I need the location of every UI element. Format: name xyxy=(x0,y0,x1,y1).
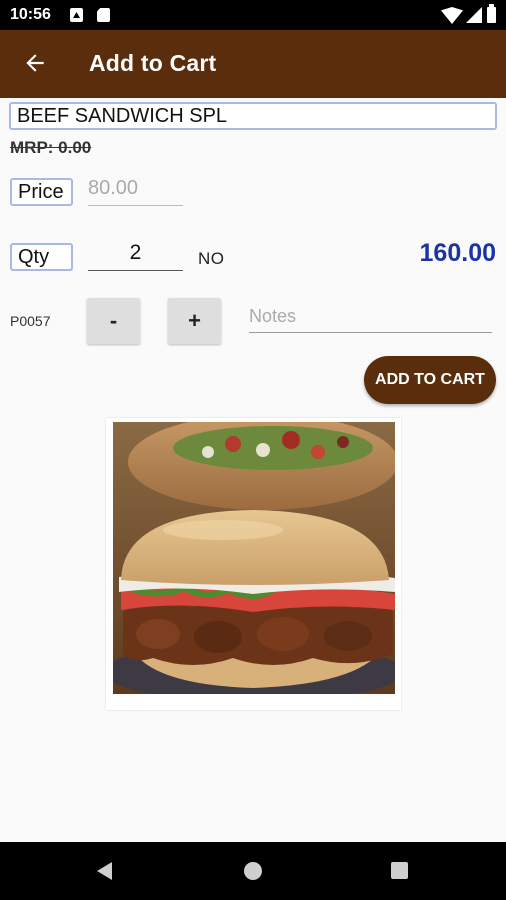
increase-qty-button[interactable]: + xyxy=(168,298,221,344)
status-bar: 10:56 xyxy=(0,0,506,30)
page-title: Add to Cart xyxy=(89,50,217,76)
signal-icon xyxy=(466,7,482,23)
product-image xyxy=(113,422,395,694)
price-label: Price xyxy=(10,178,73,206)
app-bar: Add to Cart xyxy=(0,30,506,98)
qty-label: Qty xyxy=(10,243,73,271)
total-amount: 160.00 xyxy=(419,239,496,267)
wifi-icon xyxy=(441,7,463,24)
add-to-cart-button[interactable]: ADD TO CART xyxy=(364,356,496,404)
decrease-qty-button[interactable]: - xyxy=(87,298,140,344)
sd-card-icon xyxy=(97,8,110,22)
unit-label: NO xyxy=(198,249,225,268)
a-notification-icon xyxy=(70,8,83,22)
mrp-text: MRP: 0.00 xyxy=(10,138,92,157)
screen: 10:56 Add to Cart BEEF SANDWICH SPL MRP:… xyxy=(0,0,506,900)
notes-input[interactable]: Notes xyxy=(249,302,492,333)
status-time: 10:56 xyxy=(10,6,51,23)
battery-icon xyxy=(487,4,496,23)
home-circle-icon[interactable] xyxy=(244,862,262,880)
back-triangle-icon[interactable] xyxy=(97,862,112,880)
product-image-card xyxy=(106,418,401,710)
arrow-left-icon[interactable] xyxy=(22,50,48,76)
price-field[interactable]: 80.00 xyxy=(88,175,183,206)
product-name: BEEF SANDWICH SPL xyxy=(9,102,497,130)
recents-square-icon[interactable] xyxy=(391,862,408,879)
system-nav-bar xyxy=(0,842,506,900)
product-code: P0057 xyxy=(10,313,51,329)
qty-field[interactable]: 2 xyxy=(88,240,183,271)
